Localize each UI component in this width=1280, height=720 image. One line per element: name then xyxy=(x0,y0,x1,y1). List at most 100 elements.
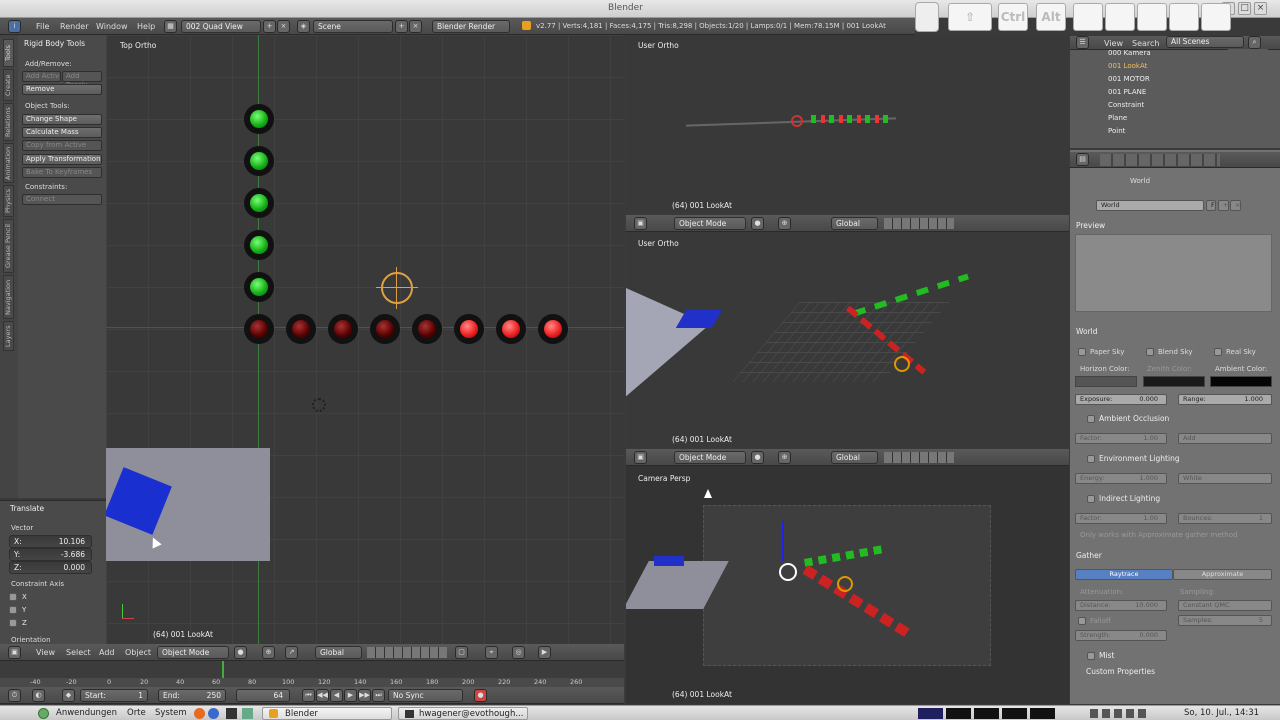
tab-grease-pencil[interactable]: Grease Pencil xyxy=(3,219,14,273)
world-panel-header[interactable]: World xyxy=(1076,327,1098,336)
add-passive-button[interactable]: Add Passiv xyxy=(62,71,102,89)
mode-select[interactable]: Object Mode xyxy=(157,646,229,659)
current-frame-field[interactable]: 64 xyxy=(236,689,290,702)
end-frame-field[interactable]: End: 250 xyxy=(158,689,226,702)
sampling-method-select[interactable]: Constant QMC xyxy=(1178,600,1272,611)
scene-icon[interactable]: ◈ xyxy=(297,20,310,33)
clock[interactable]: So, 10. Jul., 14:31 xyxy=(1184,708,1259,718)
viewport-shading-icon[interactable]: ● xyxy=(234,646,247,659)
menu-object[interactable]: Object xyxy=(125,648,151,657)
lock-icon[interactable]: ▢ xyxy=(455,646,468,659)
scene-remove-icon[interactable]: × xyxy=(409,20,422,33)
dark-red-light-1[interactable] xyxy=(244,314,274,344)
strength-field[interactable]: Strength: 0.000 xyxy=(1075,630,1167,641)
pivot-point-icon-3[interactable]: ⊕ xyxy=(778,451,791,464)
mouse-icon[interactable] xyxy=(915,2,939,32)
play-icon[interactable]: ▶ xyxy=(344,689,357,702)
green-light-4[interactable] xyxy=(244,230,274,260)
osk-key-3[interactable] xyxy=(1137,3,1167,31)
remove-button[interactable]: Remove xyxy=(22,84,102,95)
thunderbird-icon[interactable] xyxy=(208,708,219,719)
energy-field[interactable]: Energy: 1.000 xyxy=(1075,473,1167,484)
axis-y-checkbox[interactable] xyxy=(9,606,17,614)
screen-layout-field[interactable]: 002 Quad View xyxy=(181,20,261,33)
workspace-5[interactable] xyxy=(1030,708,1055,719)
mode-select-2[interactable]: Object Mode xyxy=(674,217,746,230)
render-engine-select[interactable]: Blender Render xyxy=(432,20,510,33)
zenith-color-swatch[interactable] xyxy=(1143,376,1205,387)
menu-add[interactable]: Add xyxy=(99,648,115,657)
outliner-item-kamera[interactable]: 000 Kamera xyxy=(1108,49,1151,57)
red-light-3[interactable] xyxy=(538,314,568,344)
falloff-checkbox[interactable] xyxy=(1078,617,1086,625)
change-shape-button[interactable]: Change Shape xyxy=(22,114,102,125)
custom-properties-header[interactable]: Custom Properties xyxy=(1086,667,1155,676)
layer-buttons-3[interactable] xyxy=(884,452,954,463)
translate-z-field[interactable]: Z: 0.000 xyxy=(9,561,92,574)
outliner-item-constraint[interactable]: Constraint xyxy=(1108,101,1144,109)
viewport-shading-icon-3[interactable]: ● xyxy=(751,451,764,464)
layer-buttons-2[interactable] xyxy=(884,218,954,229)
osk-alt-key[interactable]: Alt xyxy=(1036,3,1066,31)
orientation-select-3[interactable]: Global xyxy=(831,451,878,464)
editor-icon[interactable] xyxy=(242,708,253,719)
tab-tools[interactable]: Tools xyxy=(3,39,14,67)
viewport-user-ortho-1[interactable] xyxy=(626,35,1069,213)
viewport-camera-persp[interactable] xyxy=(626,466,1069,704)
layer-buttons[interactable] xyxy=(367,647,447,658)
axis-x-checkbox[interactable] xyxy=(9,593,17,601)
record-icon[interactable]: ● xyxy=(474,689,487,702)
render-preview-icon[interactable]: ▶ xyxy=(538,646,551,659)
translate-panel-title[interactable]: Translate xyxy=(10,504,44,513)
scene-field[interactable]: Scene xyxy=(313,20,393,33)
indirect-lighting-header[interactable]: Indirect Lighting xyxy=(1099,494,1160,503)
connect-button[interactable]: Connect xyxy=(22,194,102,205)
dark-red-light-3[interactable] xyxy=(328,314,358,344)
red-light-2[interactable] xyxy=(496,314,526,344)
osk-key-5[interactable] xyxy=(1201,3,1231,31)
properties-editor-icon[interactable]: ▤ xyxy=(1076,153,1089,166)
tab-create[interactable]: Create xyxy=(3,69,14,101)
workspace-1[interactable] xyxy=(918,708,943,719)
outliner-item-point[interactable]: Point xyxy=(1108,127,1125,135)
bounces-field[interactable]: Bounces: 1 xyxy=(1178,513,1272,524)
screen-layout-icon[interactable]: ▦ xyxy=(164,20,177,33)
world-add-icon[interactable]: + xyxy=(1218,200,1229,211)
play-reverse-icon[interactable]: ◀ xyxy=(330,689,343,702)
orientation-select-2[interactable]: Global xyxy=(831,217,878,230)
ambient-occlusion-checkbox[interactable] xyxy=(1087,415,1095,423)
transform-orientation-select[interactable]: Global xyxy=(315,646,362,659)
green-light-3[interactable] xyxy=(244,188,274,218)
apply-transformation-button[interactable]: Apply Transformation xyxy=(22,154,102,165)
outliner-item-lookat[interactable]: 001 LookAt xyxy=(1108,62,1147,70)
ambient-occlusion-header[interactable]: Ambient Occlusion xyxy=(1099,414,1169,423)
scene-add-icon[interactable]: + xyxy=(395,20,408,33)
system-menu[interactable]: System xyxy=(155,708,187,718)
tab-animation[interactable]: Animation xyxy=(3,143,14,183)
red-light-1[interactable] xyxy=(454,314,484,344)
pivot-point-icon-2[interactable]: ⊕ xyxy=(778,217,791,230)
env-color-select[interactable]: White xyxy=(1178,473,1272,484)
pivot-point-icon[interactable]: ⊕ xyxy=(262,646,275,659)
outliner-editor-icon[interactable]: ☰ xyxy=(1076,36,1089,49)
indirect-lighting-checkbox[interactable] xyxy=(1087,495,1095,503)
gather-header[interactable]: Gather xyxy=(1076,551,1102,560)
terminal-icon[interactable] xyxy=(226,708,237,719)
close-button[interactable]: × xyxy=(1254,2,1267,15)
applications-menu[interactable]: Anwendungen xyxy=(56,708,117,718)
workspace-2[interactable] xyxy=(946,708,971,719)
next-keyframe-icon[interactable]: ▶▶ xyxy=(358,689,371,702)
environment-lighting-header[interactable]: Environment Lighting xyxy=(1099,454,1180,463)
range-field[interactable]: Range: 1.000 xyxy=(1178,394,1272,405)
menu-window[interactable]: Window xyxy=(96,22,128,31)
ambient-color-swatch[interactable] xyxy=(1210,376,1272,387)
raytrace-button[interactable]: Raytrace xyxy=(1075,569,1173,580)
editor-type-icon[interactable]: ▣ xyxy=(8,646,21,659)
start-frame-field[interactable]: Start: 1 xyxy=(80,689,148,702)
world-name-field[interactable]: World xyxy=(1096,200,1204,211)
maximize-button[interactable]: □ xyxy=(1238,2,1251,15)
properties-context-tabs[interactable] xyxy=(1100,154,1220,166)
dark-red-light-4[interactable] xyxy=(370,314,400,344)
editor-type-icon-3[interactable]: ▣ xyxy=(634,451,647,464)
outliner-item-plane-obj[interactable]: 001 PLANE xyxy=(1108,88,1146,96)
